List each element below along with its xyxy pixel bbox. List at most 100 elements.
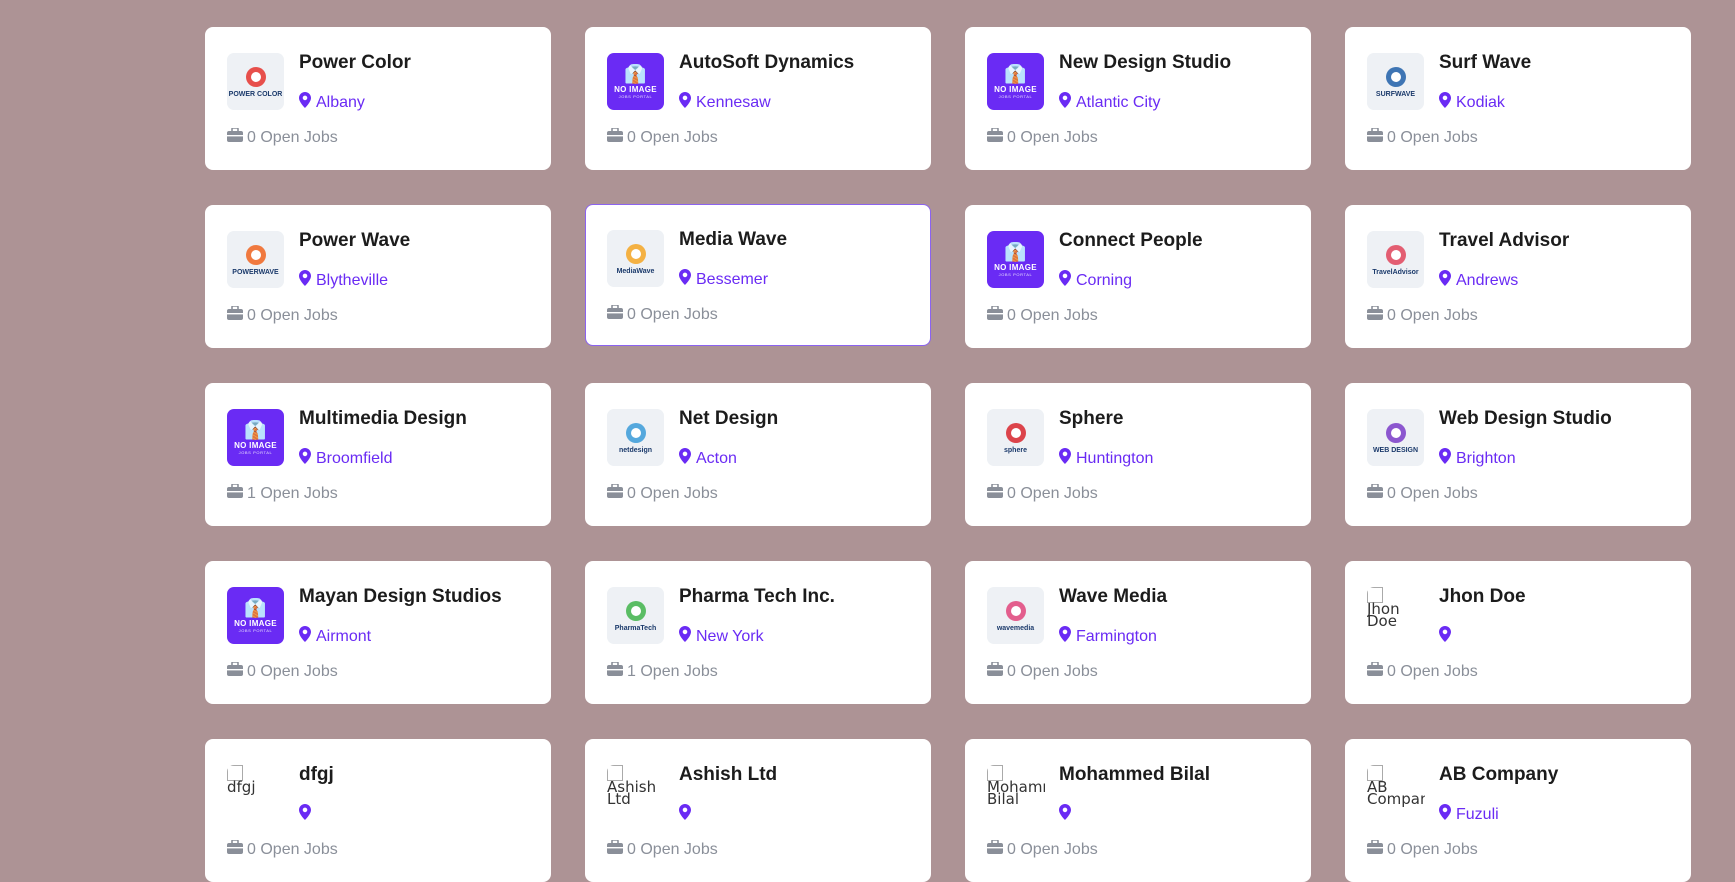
briefcase-icon [987, 661, 1003, 681]
company-logo-broken[interactable]: AB Company [1367, 765, 1425, 813]
company-name[interactable]: Net Design [679, 408, 778, 430]
location-pin-icon [679, 92, 691, 113]
company-card[interactable]: Mohammed Bilal Mohammed Bilal 0 Open Job… [965, 739, 1311, 882]
company-card[interactable]: dfgj dfgj 0 Open Jobs [205, 739, 551, 882]
company-card[interactable]: 👔 NO IMAGE JOBS PORTAL AutoSoft Dynamics… [585, 27, 931, 170]
tie-icon: 👔 [244, 419, 267, 440]
open-jobs-text: 0 Open Jobs [627, 484, 718, 502]
company-name[interactable]: Mohammed Bilal [1059, 764, 1210, 786]
open-jobs: 1 Open Jobs [607, 661, 718, 681]
logo-mark-icon [1385, 66, 1406, 87]
open-jobs: 0 Open Jobs [227, 127, 338, 147]
company-name[interactable]: Ashish Ltd [679, 764, 777, 786]
briefcase-icon [987, 839, 1003, 859]
location-pin-icon [1059, 448, 1071, 469]
location-text: Corning [1076, 271, 1133, 289]
company-name[interactable]: Jhon Doe [1439, 586, 1526, 608]
company-card[interactable]: wavemedia Wave Media Farmington 0 Open J… [965, 561, 1311, 704]
company-card[interactable]: 👔 NO IMAGE JOBS PORTAL Mayan Design Stud… [205, 561, 551, 704]
company-logo-broken[interactable]: dfgj [227, 765, 285, 813]
company-logo[interactable]: 👔 NO IMAGE JOBS PORTAL [227, 409, 284, 466]
company-logo[interactable]: POWERWAVE [227, 231, 284, 288]
company-logo[interactable]: sphere [987, 409, 1044, 466]
company-card[interactable]: sphere Sphere Huntington 0 Open Jobs [965, 383, 1311, 526]
company-card[interactable]: WEB DESIGN Web Design Studio Brighton 0 … [1345, 383, 1691, 526]
company-name[interactable]: Media Wave [679, 229, 787, 251]
company-card[interactable]: Ashish Ltd Ashish Ltd 0 Open Jobs [585, 739, 931, 882]
company-logo[interactable]: 👔 NO IMAGE JOBS PORTAL [987, 231, 1044, 288]
company-card[interactable]: TravelAdvisor Travel Advisor Andrews 0 O… [1345, 205, 1691, 348]
company-location: Albany [299, 92, 365, 113]
logo-alt-text: Ashish Ltd [607, 778, 657, 808]
briefcase-icon [1367, 839, 1383, 859]
company-logo-broken[interactable]: Jhon Doe [1367, 587, 1425, 635]
location-text: Farmington [1076, 627, 1157, 645]
company-logo[interactable]: WEB DESIGN [1367, 409, 1424, 466]
company-name[interactable]: Surf Wave [1439, 52, 1531, 74]
company-name[interactable]: Connect People [1059, 230, 1203, 252]
company-logo[interactable]: 👔 NO IMAGE JOBS PORTAL [227, 587, 284, 644]
open-jobs: 0 Open Jobs [987, 305, 1098, 325]
company-logo[interactable]: wavemedia [987, 587, 1044, 644]
location-text: Broomfield [316, 449, 393, 467]
company-card[interactable]: 👔 NO IMAGE JOBS PORTAL New Design Studio… [965, 27, 1311, 170]
open-jobs-text: 0 Open Jobs [1007, 840, 1098, 858]
tie-icon: 👔 [1004, 241, 1027, 262]
location-pin-icon [1059, 270, 1071, 291]
company-name[interactable]: Wave Media [1059, 586, 1167, 608]
company-location: Brighton [1439, 448, 1516, 469]
company-name[interactable]: Pharma Tech Inc. [679, 586, 835, 608]
open-jobs-text: 0 Open Jobs [247, 306, 338, 324]
open-jobs-text: 1 Open Jobs [627, 662, 718, 680]
company-card[interactable]: AB Company AB Company Fuzuli 0 Open Jobs [1345, 739, 1691, 882]
company-grid: POWER COLOR Power Color Albany 0 Open Jo… [205, 27, 1691, 882]
company-logo[interactable]: 👔 NO IMAGE JOBS PORTAL [607, 53, 664, 110]
company-card[interactable]: 👔 NO IMAGE JOBS PORTAL Connect People Co… [965, 205, 1311, 348]
company-logo[interactable]: SURFWAVE [1367, 53, 1424, 110]
company-card[interactable]: SURFWAVE Surf Wave Kodiak 0 Open Jobs [1345, 27, 1691, 170]
company-logo-broken[interactable]: Mohammed Bilal [987, 765, 1045, 813]
open-jobs-text: 0 Open Jobs [1007, 306, 1098, 324]
company-name[interactable]: Web Design Studio [1439, 408, 1612, 430]
logo-subtext: JOBS PORTAL [618, 93, 653, 99]
company-name[interactable]: Sphere [1059, 408, 1123, 430]
briefcase-icon [607, 127, 623, 147]
company-logo[interactable]: netdesign [607, 409, 664, 466]
company-logo[interactable]: TravelAdvisor [1367, 231, 1424, 288]
company-card[interactable]: POWERWAVE Power Wave Blytheville 0 Open … [205, 205, 551, 348]
location-pin-icon [1439, 270, 1451, 291]
company-name[interactable]: AutoSoft Dynamics [679, 52, 854, 74]
company-name[interactable]: New Design Studio [1059, 52, 1231, 74]
company-logo-broken[interactable]: Ashish Ltd [607, 765, 665, 813]
company-name[interactable]: dfgj [299, 764, 334, 786]
location-text: Albany [316, 93, 365, 111]
company-location: Andrews [1439, 270, 1518, 291]
company-name[interactable]: Power Wave [299, 230, 410, 252]
logo-alt-text: Jhon Doe [1367, 600, 1400, 630]
company-logo[interactable]: 👔 NO IMAGE JOBS PORTAL [987, 53, 1044, 110]
company-name[interactable]: Travel Advisor [1439, 230, 1569, 252]
company-card[interactable]: netdesign Net Design Acton 0 Open Jobs [585, 383, 931, 526]
logo-subtext: JOBS PORTAL [998, 271, 1033, 277]
logo-alt-text: Mohammed Bilal [987, 778, 1045, 808]
company-card[interactable]: POWER COLOR Power Color Albany 0 Open Jo… [205, 27, 551, 170]
company-name[interactable]: Power Color [299, 52, 411, 74]
open-jobs: 0 Open Jobs [1367, 483, 1478, 503]
company-logo[interactable]: MediaWave [607, 230, 664, 287]
company-card[interactable]: Jhon Doe Jhon Doe 0 Open Jobs [1345, 561, 1691, 704]
open-jobs: 0 Open Jobs [1367, 661, 1478, 681]
company-name[interactable]: Multimedia Design [299, 408, 467, 430]
logo-alt-text: AB Company [1367, 778, 1425, 808]
logo-mark-icon [625, 600, 646, 621]
company-logo[interactable]: PharmaTech [607, 587, 664, 644]
company-logo[interactable]: POWER COLOR [227, 53, 284, 110]
company-card[interactable]: PharmaTech Pharma Tech Inc. New York 1 O… [585, 561, 931, 704]
briefcase-icon [987, 305, 1003, 325]
company-card[interactable]: 👔 NO IMAGE JOBS PORTAL Multimedia Design… [205, 383, 551, 526]
company-card[interactable]: MediaWave Media Wave Bessemer 0 Open Job… [585, 204, 931, 346]
company-name[interactable]: AB Company [1439, 764, 1558, 786]
company-name[interactable]: Mayan Design Studios [299, 586, 502, 608]
logo-text: NO IMAGE [234, 440, 277, 450]
open-jobs: 0 Open Jobs [607, 483, 718, 503]
briefcase-icon [1367, 305, 1383, 325]
